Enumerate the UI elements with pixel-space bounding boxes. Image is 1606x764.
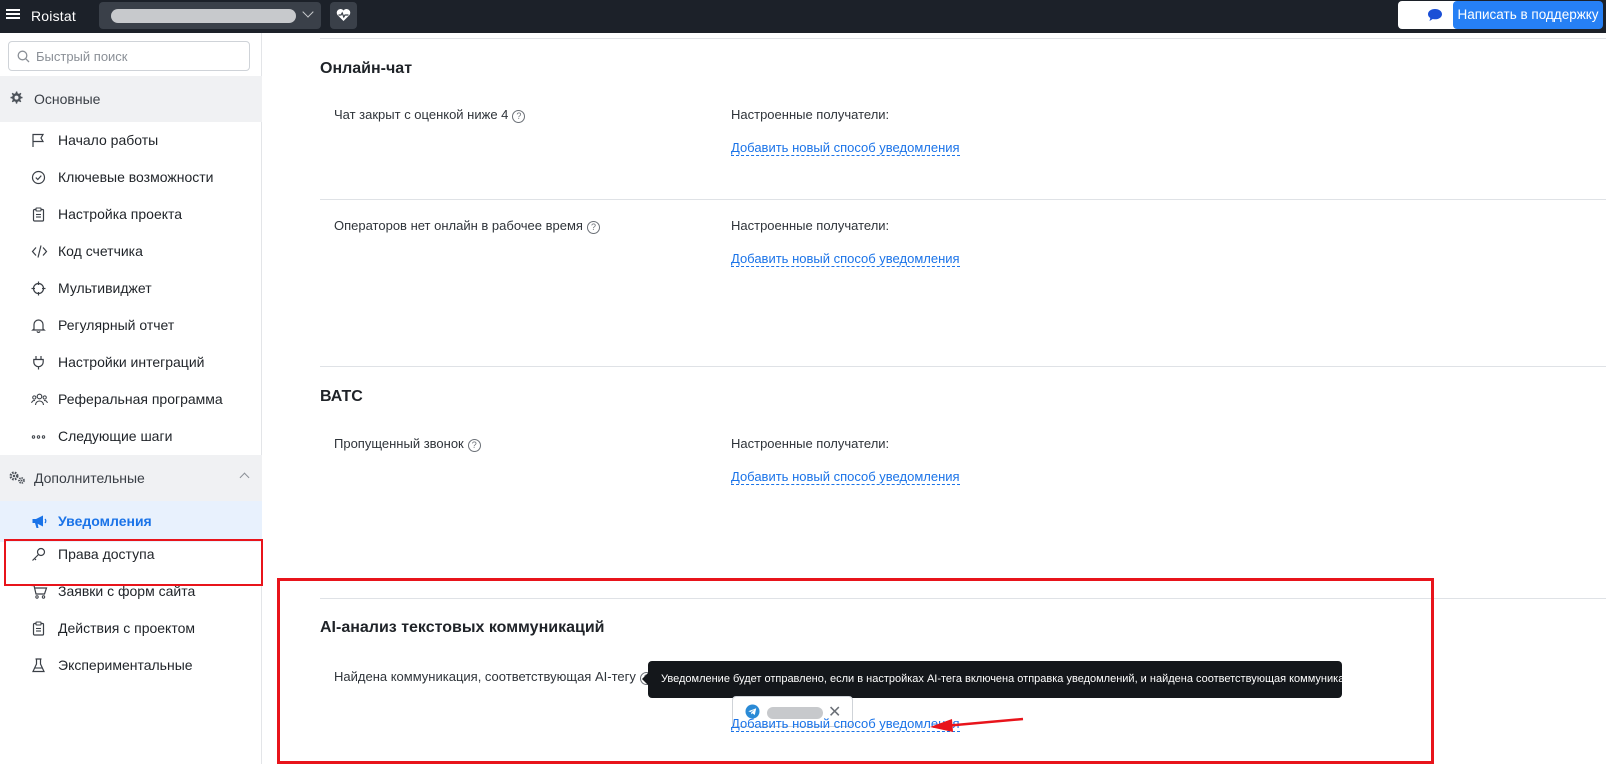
sidebar-item-label: Действия с проектом [58,620,196,636]
section-title: Онлайн-чат [320,60,413,77]
sidebar-item-label: Экспериментальные [58,657,193,673]
sidebar-item-label: Настройка проекта [58,206,183,222]
sidebar-item-counter-code[interactable]: Код счетчика [0,233,262,270]
add-notification-link[interactable]: Добавить новый способ уведомления [731,469,960,485]
clipboard-icon [32,621,45,636]
sidebar: Основные Начало работы Ключевые возможно… [0,33,263,764]
sidebar-item-label: Следующие шаги [58,428,173,444]
main-content: Онлайн-чат Чат закрыт с оценкой ниже 4? … [263,33,1606,764]
search-input[interactable] [36,46,241,66]
divider [320,199,1606,200]
event-row: Операторов нет онлайн в рабочее время? [334,218,600,234]
users-icon [31,393,48,406]
sidebar-item-next-steps[interactable]: Следующие шаги [0,418,262,455]
add-notification-link[interactable]: Добавить новый способ уведомления [731,251,960,267]
cart-icon [31,584,48,599]
event-row: Пропущенный звонок? [334,436,481,452]
help-icon[interactable]: ? [586,221,600,234]
sidebar-item-label: Ключевые возможности [58,169,214,185]
chevron-down-icon [302,6,314,18]
sidebar-item-label: Реферальная программа [58,391,223,407]
code-icon [31,245,48,258]
sidebar-item-integration-settings[interactable]: Настройки интеграций [0,344,262,381]
event-label: Операторов нет онлайн в рабочее время [334,218,583,233]
highlight-box-ai-section [277,578,1434,764]
divider [320,38,1606,39]
sidebar-item-label: Регулярный отчет [58,317,175,333]
top-bar: Roistat Написать в поддержку [0,0,1606,33]
receivers-label: Настроенные получатели: [731,218,890,233]
project-select[interactable] [99,2,321,29]
sidebar-item-project-actions[interactable]: Действия с проектом [0,610,262,647]
group-label: Дополнительные [34,470,145,486]
search-icon [17,50,30,63]
event-row: Чат закрыт с оценкой ниже 4? [334,107,526,123]
check-circle-icon [31,170,46,185]
flask-icon [32,658,45,673]
menu-icon[interactable] [6,7,20,21]
help-icon[interactable]: ? [467,439,481,452]
gear-icon [10,91,23,104]
quick-search[interactable] [8,41,250,71]
sidebar-item-regular-report[interactable]: Регулярный отчет [0,307,262,344]
plug-icon [33,356,44,370]
clipboard-icon [32,207,45,222]
sidebar-item-project-settings[interactable]: Настройка проекта [0,196,262,233]
sidebar-item-key-features[interactable]: Ключевые возможности [0,159,262,196]
heart-pulse-icon [336,9,351,21]
event-label: Пропущенный звонок [334,436,464,451]
project-name-redacted [111,9,296,23]
highlight-box-notifications [4,539,263,586]
group-additional[interactable]: Дополнительные [0,455,262,501]
help-icon[interactable]: ? [512,110,526,123]
sidebar-item-label: Мультивиджет [58,280,152,296]
sidebar-item-label: Код счетчика [58,243,143,259]
sidebar-item-referral-program[interactable]: Реферальная программа [0,381,262,418]
sidebar-item-label: Уведомления [58,513,152,529]
heart-monitor-button[interactable] [330,2,357,29]
sidebar-item-label: Настройки интеграций [58,354,205,370]
receivers-label: Настроенные получатели: [731,107,890,122]
megaphone-icon [32,515,47,528]
sidebar-item-getting-started[interactable]: Начало работы [0,122,262,159]
sidebar-item-multiwidget[interactable]: Мультивиджет [0,270,262,307]
dots-icon [31,435,46,439]
support-button[interactable]: Написать в поддержку [1453,1,1603,29]
sidebar-item-label: Начало работы [58,132,159,148]
gears-icon [9,471,25,484]
bell-icon [31,319,46,333]
add-notification-link[interactable]: Добавить новый способ уведомления [731,140,960,156]
event-label: Чат закрыт с оценкой ниже 4 [334,107,509,122]
chevron-up-icon[interactable] [239,472,250,483]
sidebar-item-experimental[interactable]: Экспериментальные [0,647,262,684]
group-label: Основные [34,91,101,107]
receivers-label: Настроенные получатели: [731,436,890,451]
group-main[interactable]: Основные [0,76,262,122]
divider [320,366,1606,367]
section-title: ВАТС [320,388,363,405]
logo[interactable]: Roistat [31,8,76,24]
crosshair-icon [31,281,46,296]
flag-icon [32,133,45,147]
chat-bubble-icon [1428,9,1442,21]
